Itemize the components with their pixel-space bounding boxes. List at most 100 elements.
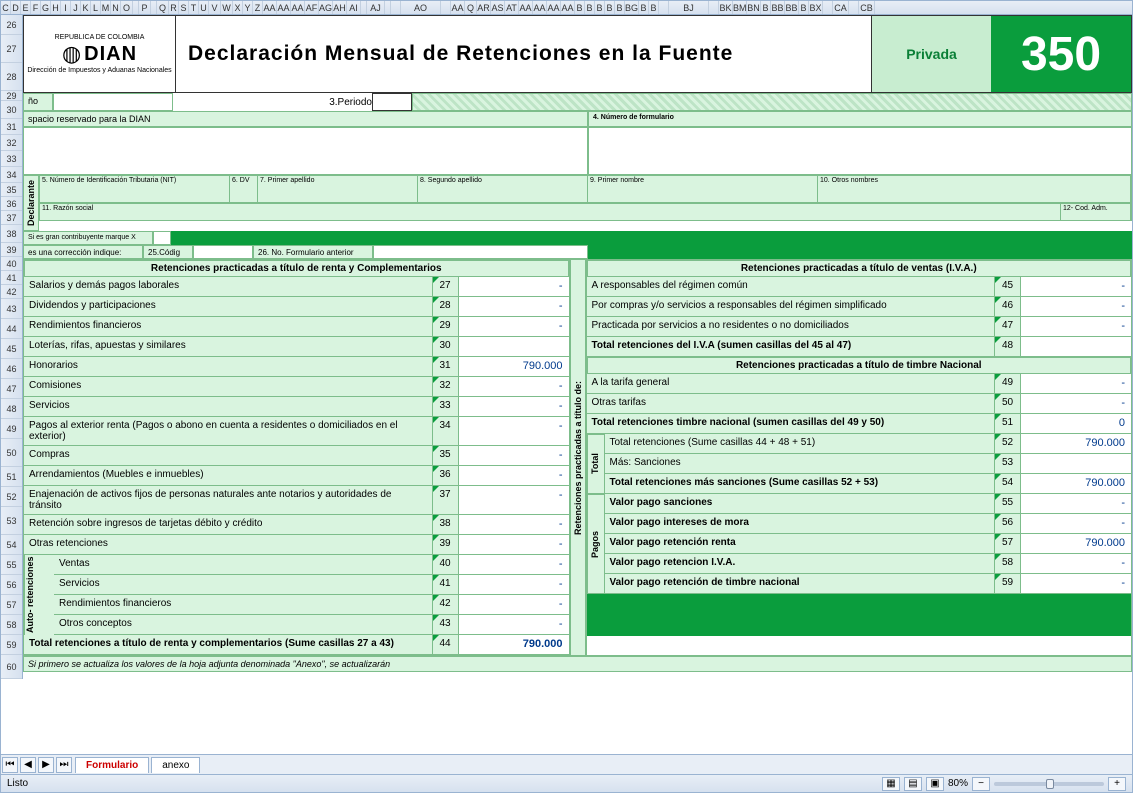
row-value[interactable]: - bbox=[1021, 394, 1131, 413]
row-box: 49 bbox=[995, 374, 1021, 393]
row-value[interactable]: - bbox=[459, 377, 569, 396]
sheet-area: REPUBLICA DE COLOMBIA ◍ DIAN Dirección d… bbox=[23, 15, 1132, 735]
tab-anexo[interactable]: anexo bbox=[151, 757, 200, 773]
row-label: Más: Sanciones bbox=[605, 454, 996, 473]
row-box: 43 bbox=[433, 615, 459, 634]
zoom-in-icon[interactable]: + bbox=[1108, 777, 1126, 791]
row-value[interactable]: - bbox=[459, 535, 569, 554]
row-value[interactable]: - bbox=[1021, 374, 1131, 393]
row-label: Valor pago retencion I.V.A. bbox=[605, 554, 996, 573]
row-label: Compras bbox=[24, 446, 433, 465]
row-label: Retención sobre ingresos de tarjetas déb… bbox=[24, 515, 433, 534]
declarante-label: Declarante bbox=[23, 175, 39, 231]
row-value[interactable]: - bbox=[1021, 317, 1131, 336]
row-value[interactable]: - bbox=[459, 417, 569, 445]
row-value[interactable]: - bbox=[459, 277, 569, 296]
row-value[interactable]: - bbox=[459, 515, 569, 534]
footer-note: Si primero se actualiza los valores de l… bbox=[23, 656, 1132, 672]
row-value[interactable]: - bbox=[459, 486, 569, 514]
reserved-area bbox=[23, 127, 588, 175]
row-value[interactable]: - bbox=[1021, 297, 1131, 316]
country-label: REPUBLICA DE COLOMBIA bbox=[55, 34, 145, 41]
row-label: Otras retenciones bbox=[24, 535, 433, 554]
noform-input[interactable] bbox=[373, 245, 588, 259]
row-box: 39 bbox=[433, 535, 459, 554]
row-box: 51 bbox=[995, 414, 1021, 433]
cod-label: 12- Cod. Adm. bbox=[1063, 205, 1108, 212]
row-label: Salarios y demás pagos laborales bbox=[24, 277, 433, 296]
row-value[interactable]: - bbox=[459, 595, 569, 614]
row-value[interactable]: - bbox=[1021, 554, 1131, 573]
zoom-out-icon[interactable]: − bbox=[972, 777, 990, 791]
row-label: Ventas bbox=[54, 555, 433, 574]
row-box: 54 bbox=[995, 474, 1021, 493]
row-box: 50 bbox=[995, 394, 1021, 413]
zoom-label: 80% bbox=[948, 778, 968, 789]
row-value[interactable]: - bbox=[1021, 514, 1131, 533]
row-label: Servicios bbox=[24, 397, 433, 416]
row-value[interactable]: 0 bbox=[1021, 414, 1131, 433]
nom2-label: 10. Otros nombres bbox=[820, 177, 878, 184]
codig-label: 25.Códig bbox=[143, 245, 193, 259]
row-label: Practicada por servicios a no residentes… bbox=[587, 317, 996, 336]
tab-last-icon[interactable]: ⏭ bbox=[56, 757, 72, 773]
total-left-val[interactable]: 790.000 bbox=[459, 635, 569, 654]
row-box: 42 bbox=[433, 595, 459, 614]
sheet-tabs: ⏮ ◀ ▶ ⏭ Formulario anexo bbox=[1, 754, 1132, 774]
row-value[interactable]: - bbox=[1021, 494, 1131, 513]
row-value[interactable] bbox=[459, 337, 569, 356]
row-value[interactable]: 790.000 bbox=[1021, 474, 1131, 493]
ap1-label: 7. Primer apellido bbox=[260, 177, 314, 184]
row-box: 36 bbox=[433, 466, 459, 485]
tab-first-icon[interactable]: ⏮ bbox=[2, 757, 18, 773]
row-label: Valor pago retención de timbre nacional bbox=[605, 574, 996, 593]
auto-label: Auto- retenciones bbox=[24, 555, 54, 635]
view-normal-icon[interactable]: ▦ bbox=[882, 777, 900, 791]
tab-formulario[interactable]: Formulario bbox=[75, 757, 149, 773]
tab-prev-icon[interactable]: ◀ bbox=[20, 757, 36, 773]
row-label: Pagos al exterior renta (Pagos o abono e… bbox=[24, 417, 433, 445]
ano-input[interactable] bbox=[53, 93, 173, 111]
periodo-input[interactable] bbox=[372, 93, 412, 111]
periodo-label: 3.Periodo bbox=[329, 97, 372, 108]
row-value[interactable]: 790.000 bbox=[459, 357, 569, 376]
row-box: 40 bbox=[433, 555, 459, 574]
row-value[interactable]: - bbox=[459, 615, 569, 634]
status-ready: Listo bbox=[7, 778, 28, 789]
row-value[interactable]: - bbox=[1021, 574, 1131, 593]
privada-badge: Privada bbox=[871, 16, 991, 92]
row-label: Total retenciones del I.V.A (sumen casil… bbox=[587, 337, 996, 356]
row-box: 33 bbox=[433, 397, 459, 416]
row-label: Enajenación de activos fijos de personas… bbox=[24, 486, 433, 514]
row-value[interactable]: - bbox=[459, 555, 569, 574]
row-label: Total retenciones más sanciones (Sume ca… bbox=[605, 474, 996, 493]
codig-input[interactable] bbox=[193, 245, 253, 259]
row-value[interactable] bbox=[1021, 337, 1131, 356]
row-box: 34 bbox=[433, 417, 459, 445]
dv-label: 6. DV bbox=[232, 177, 250, 184]
row-box: 53 bbox=[995, 454, 1021, 473]
num-formulario-area bbox=[588, 127, 1132, 175]
tab-next-icon[interactable]: ▶ bbox=[38, 757, 54, 773]
form-header: REPUBLICA DE COLOMBIA ◍ DIAN Dirección d… bbox=[23, 15, 1132, 93]
row-value[interactable] bbox=[1021, 454, 1131, 473]
row-ruler: 2627282930313233343536373839404142434445… bbox=[1, 15, 23, 679]
row-label: A responsables del régimen común bbox=[587, 277, 996, 296]
row-box: 28 bbox=[433, 297, 459, 316]
row-value[interactable]: - bbox=[459, 397, 569, 416]
row-value[interactable]: - bbox=[459, 317, 569, 336]
row-value[interactable]: 790.000 bbox=[1021, 534, 1131, 553]
total-left-box: 44 bbox=[433, 635, 459, 654]
row-value[interactable]: - bbox=[459, 297, 569, 316]
row-value[interactable]: - bbox=[1021, 277, 1131, 296]
row-value[interactable]: 790.000 bbox=[1021, 434, 1131, 453]
row-box: 52 bbox=[995, 434, 1021, 453]
row-value[interactable]: - bbox=[459, 446, 569, 465]
excel-window: CDEFGHIJKLMNO P QRSTUVWXYZAAAAAAAFAGAHAI… bbox=[0, 0, 1133, 793]
zoom-slider[interactable] bbox=[994, 782, 1104, 786]
gran-checkbox[interactable] bbox=[153, 231, 171, 245]
row-value[interactable]: - bbox=[459, 575, 569, 594]
view-layout-icon[interactable]: ▤ bbox=[904, 777, 922, 791]
row-value[interactable]: - bbox=[459, 466, 569, 485]
view-break-icon[interactable]: ▣ bbox=[926, 777, 944, 791]
